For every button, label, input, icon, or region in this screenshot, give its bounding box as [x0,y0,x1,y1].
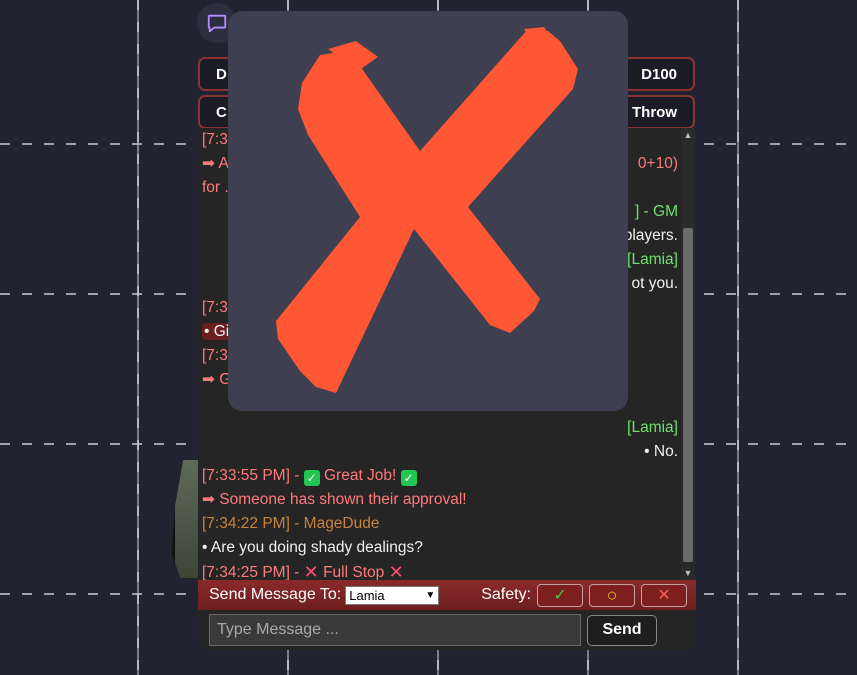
message-text: [7:3 [202,299,228,316]
message-text: • Are you doing shady dealings? [202,539,423,556]
message-scrollbar[interactable]: ▲ ▼ [681,128,695,580]
message-header: [7:34:25 PM] - ✕ Full Stop ✕ [202,560,678,580]
message-header: [7:33:55 PM] - ✓ Great Job! ✓ [202,464,678,488]
message-text: [Lamia] [627,419,678,436]
message-title: Full Stop [323,564,385,580]
message-title: Great Job! [323,467,397,484]
scroll-up-arrow-icon[interactable]: ▲ [681,128,695,142]
x-mark-icon: ✕ [388,562,404,580]
input-row: Type Message ... Send [198,610,696,650]
message-text: ➡ G [202,371,232,388]
message-text: [7:3 [202,347,228,364]
recipient-value: Lamia [349,587,385,603]
check-icon: ✓ [553,587,567,604]
chat-footer: Send Message To: Lamia ▼ Safety: ✓ ○ ✕ [198,580,696,610]
safety-caution-button[interactable]: ○ [589,583,636,607]
dice-button-d100[interactable]: D100 [623,57,695,91]
message-text: for . [202,179,229,196]
safety-label: Safety: [481,586,532,603]
message-line: • Are you doing shady dealings? [202,536,678,560]
message-text-tail: 0+10) [637,155,678,172]
send-button[interactable]: Send [587,614,657,646]
message-time: [7:33:55 PM] - [202,467,300,484]
message-text: ] - GM [634,203,678,220]
send-to-label: Send Message To: [209,586,342,603]
circle-icon: ○ [606,584,618,605]
recipient-select[interactable]: Lamia ▼ [345,585,440,605]
grid-line [137,0,139,675]
chat-bubble-icon [207,14,227,33]
safety-ok-button[interactable]: ✓ [537,583,584,607]
message-text: [Lamia] [627,251,678,268]
message-text: ➡ Someone has shown their approval! [202,491,467,508]
message-header-text: [7:34:22 PM] - MageDude [202,515,380,532]
message-line: • No. [202,440,678,464]
safety-x-overlay[interactable] [228,11,628,411]
message-text: [7:3 [202,131,228,148]
message-text: ot you. [631,275,678,292]
x-icon: ✕ [657,587,671,604]
scroll-thumb[interactable] [683,228,693,562]
chevron-down-icon: ▼ [425,589,436,601]
message-text: • No. [644,443,678,460]
message-line: [Lamia] [202,416,678,440]
big-x-icon [276,27,578,393]
message-text: ➡ A [202,155,229,172]
message-line: ➡ Someone has shown their approval! [202,488,678,512]
check-mark-icon: ✓ [400,470,417,486]
message-header: [7:34:22 PM] - MageDude [202,512,678,536]
safety-stop-button[interactable]: ✕ [641,583,688,607]
message-placeholder: Type Message ... [217,621,339,638]
grid-line [737,0,739,675]
message-input[interactable]: Type Message ... [209,614,581,646]
message-time: [7:34:25 PM] - [202,564,300,580]
x-mark-icon: ✕ [303,562,319,580]
check-mark-icon: ✓ [303,470,320,486]
scroll-down-arrow-icon[interactable]: ▼ [681,566,695,580]
token-sprite[interactable] [172,460,200,578]
message-text: players. [623,227,678,244]
